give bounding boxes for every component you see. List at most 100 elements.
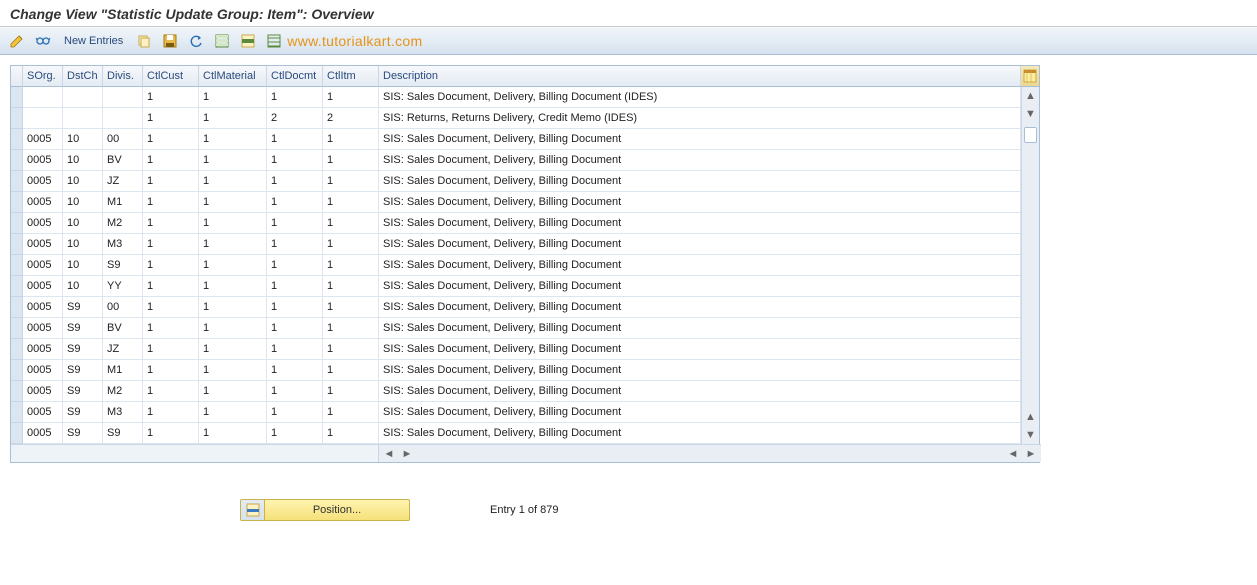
cell-sorg[interactable]: 0005: [23, 129, 63, 150]
cell-sorg[interactable]: 0005: [23, 402, 63, 423]
scrollbar-thumb[interactable]: [1024, 127, 1037, 143]
select-all-icon[interactable]: [211, 30, 233, 52]
cell-description[interactable]: SIS: Sales Document, Delivery, Billing D…: [379, 423, 1021, 444]
cell-sorg[interactable]: 0005: [23, 318, 63, 339]
row-selector[interactable]: [11, 255, 23, 276]
cell-ctlmaterial[interactable]: 1: [199, 234, 267, 255]
cell-dstch[interactable]: 10: [63, 255, 103, 276]
cell-ctlmaterial[interactable]: 1: [199, 255, 267, 276]
col-header-dstch[interactable]: DstCh: [63, 66, 103, 87]
cell-ctlmaterial[interactable]: 1: [199, 297, 267, 318]
cell-ctldocmt[interactable]: 1: [267, 150, 323, 171]
cell-ctlmaterial[interactable]: 1: [199, 213, 267, 234]
row-selector[interactable]: [11, 360, 23, 381]
scroll-left-icon[interactable]: ◄: [1005, 447, 1021, 461]
scroll-down-icon[interactable]: ▼: [1022, 426, 1039, 444]
cell-ctldocmt[interactable]: 1: [267, 87, 323, 108]
row-selector[interactable]: [11, 423, 23, 444]
cell-description[interactable]: SIS: Sales Document, Delivery, Billing D…: [379, 339, 1021, 360]
cell-description[interactable]: SIS: Sales Document, Delivery, Billing D…: [379, 213, 1021, 234]
row-selector[interactable]: [11, 381, 23, 402]
row-selector[interactable]: [11, 108, 23, 129]
row-selector[interactable]: [11, 129, 23, 150]
cell-ctldocmt[interactable]: 1: [267, 381, 323, 402]
cell-ctlmaterial[interactable]: 1: [199, 339, 267, 360]
cell-divis[interactable]: S9: [103, 423, 143, 444]
cell-ctlcust[interactable]: 1: [143, 381, 199, 402]
row-selector[interactable]: [11, 87, 23, 108]
row-selector[interactable]: [11, 234, 23, 255]
cell-sorg[interactable]: [23, 87, 63, 108]
col-header-ctlmaterial[interactable]: CtlMaterial: [199, 66, 267, 87]
cell-ctlcust[interactable]: 1: [143, 318, 199, 339]
table-settings-icon[interactable]: [1021, 66, 1039, 87]
cell-ctlcust[interactable]: 1: [143, 276, 199, 297]
cell-ctlcust[interactable]: 1: [143, 255, 199, 276]
cell-ctlcust[interactable]: 1: [143, 234, 199, 255]
cell-ctlitm[interactable]: 1: [323, 192, 379, 213]
cell-ctlcust[interactable]: 1: [143, 360, 199, 381]
cell-sorg[interactable]: 0005: [23, 339, 63, 360]
vertical-scrollbar[interactable]: ▲▼▲▼: [1021, 87, 1039, 444]
cell-ctlcust[interactable]: 1: [143, 297, 199, 318]
cell-ctldocmt[interactable]: 1: [267, 423, 323, 444]
cell-ctlmaterial[interactable]: 1: [199, 402, 267, 423]
row-selector[interactable]: [11, 213, 23, 234]
cell-ctldocmt[interactable]: 1: [267, 171, 323, 192]
cell-dstch[interactable]: 10: [63, 171, 103, 192]
cell-divis[interactable]: [103, 87, 143, 108]
row-selector[interactable]: [11, 192, 23, 213]
cell-dstch[interactable]: S9: [63, 423, 103, 444]
toggle-display-change-icon[interactable]: [6, 30, 28, 52]
cell-description[interactable]: SIS: Sales Document, Delivery, Billing D…: [379, 276, 1021, 297]
cell-dstch[interactable]: S9: [63, 402, 103, 423]
cell-ctldocmt[interactable]: 2: [267, 108, 323, 129]
cell-ctldocmt[interactable]: 1: [267, 192, 323, 213]
cell-description[interactable]: SIS: Sales Document, Delivery, Billing D…: [379, 318, 1021, 339]
cell-ctlitm[interactable]: 1: [323, 171, 379, 192]
cell-ctldocmt[interactable]: 1: [267, 255, 323, 276]
col-header-ctldocmt[interactable]: CtlDocmt: [267, 66, 323, 87]
cell-ctldocmt[interactable]: 1: [267, 213, 323, 234]
cell-ctlmaterial[interactable]: 1: [199, 171, 267, 192]
cell-dstch[interactable]: 10: [63, 150, 103, 171]
row-selector[interactable]: [11, 318, 23, 339]
cell-ctlitm[interactable]: 1: [323, 423, 379, 444]
row-selector[interactable]: [11, 276, 23, 297]
cell-divis[interactable]: 00: [103, 129, 143, 150]
cell-ctlitm[interactable]: 1: [323, 129, 379, 150]
cell-dstch[interactable]: S9: [63, 360, 103, 381]
cell-description[interactable]: SIS: Sales Document, Delivery, Billing D…: [379, 87, 1021, 108]
scroll-left-icon[interactable]: ◄: [381, 447, 397, 461]
cell-ctlitm[interactable]: 1: [323, 339, 379, 360]
cell-ctlmaterial[interactable]: 1: [199, 108, 267, 129]
cell-description[interactable]: SIS: Sales Document, Delivery, Billing D…: [379, 192, 1021, 213]
cell-sorg[interactable]: 0005: [23, 234, 63, 255]
cell-sorg[interactable]: 0005: [23, 150, 63, 171]
cell-ctlcust[interactable]: 1: [143, 108, 199, 129]
cell-ctlcust[interactable]: 1: [143, 150, 199, 171]
cell-sorg[interactable]: 0005: [23, 192, 63, 213]
cell-ctlmaterial[interactable]: 1: [199, 192, 267, 213]
cell-divis[interactable]: BV: [103, 318, 143, 339]
cell-ctlcust[interactable]: 1: [143, 192, 199, 213]
cell-divis[interactable]: S9: [103, 255, 143, 276]
col-header-ctlitm[interactable]: CtlItm: [323, 66, 379, 87]
cell-sorg[interactable]: 0005: [23, 213, 63, 234]
new-entries-button[interactable]: New Entries: [58, 35, 129, 47]
cell-sorg[interactable]: 0005: [23, 423, 63, 444]
cell-ctlmaterial[interactable]: 1: [199, 360, 267, 381]
cell-divis[interactable]: YY: [103, 276, 143, 297]
cell-divis[interactable]: JZ: [103, 171, 143, 192]
cell-ctlmaterial[interactable]: 1: [199, 150, 267, 171]
cell-ctlitm[interactable]: 1: [323, 87, 379, 108]
row-selector[interactable]: [11, 297, 23, 318]
cell-dstch[interactable]: 10: [63, 213, 103, 234]
cell-ctlmaterial[interactable]: 1: [199, 318, 267, 339]
cell-dstch[interactable]: 10: [63, 129, 103, 150]
undo-icon[interactable]: [185, 30, 207, 52]
cell-divis[interactable]: M1: [103, 192, 143, 213]
cell-ctlcust[interactable]: 1: [143, 402, 199, 423]
cell-ctlmaterial[interactable]: 1: [199, 381, 267, 402]
cell-ctlmaterial[interactable]: 1: [199, 276, 267, 297]
